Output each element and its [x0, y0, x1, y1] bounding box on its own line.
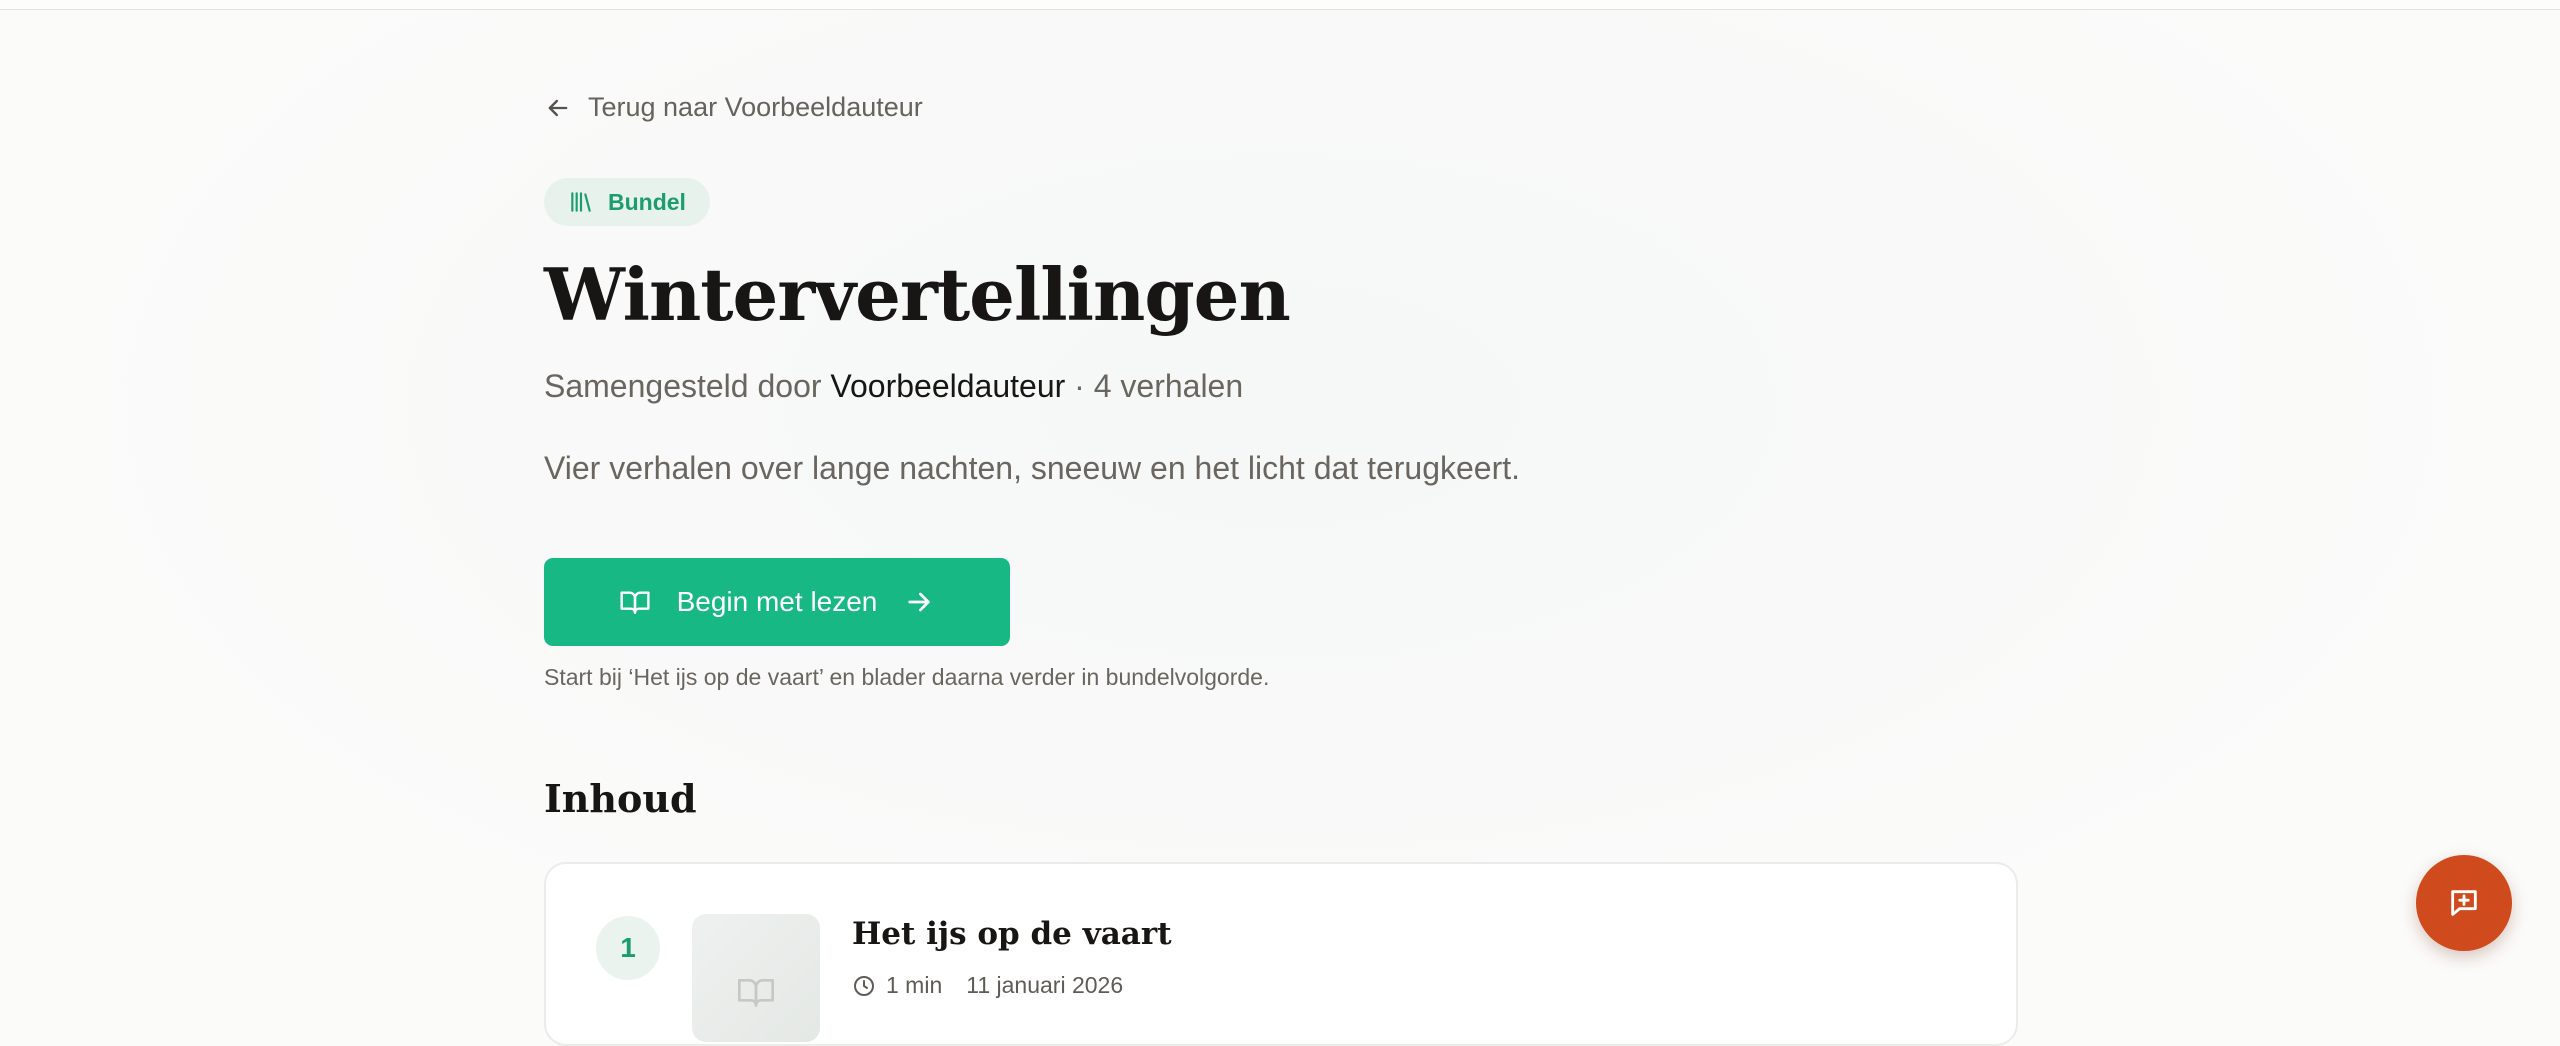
arrow-left-icon — [548, 99, 568, 116]
collection-description: Vier verhalen over lange nachten, sneeuw… — [544, 450, 1521, 486]
story-thumbnail — [692, 914, 820, 1042]
clock-icon — [854, 975, 874, 996]
story-card[interactable]: 1 Het ijs op de vaart 1 min 11 januari 2… — [544, 862, 2018, 1046]
reading-time: 1 min — [886, 972, 943, 998]
main-content: Terug naar Voorbeeldauteur Bundel Winter… — [544, 0, 2018, 1046]
library-icon — [571, 192, 591, 212]
badge-label: Bundel — [608, 188, 686, 215]
author-link[interactable]: Voorbeeldauteur — [830, 368, 1065, 404]
book-open-icon — [620, 591, 650, 614]
compiled-by-label: Samengesteld door — [544, 368, 822, 404]
feedback-button[interactable] — [2416, 855, 2512, 951]
back-link-label: Terug naar Voorbeeldauteur — [588, 92, 923, 122]
back-link[interactable]: Terug naar Voorbeeldauteur — [544, 92, 923, 123]
story-number: 1 — [596, 916, 660, 980]
start-hint: Start bij ‘Het ijs op de vaart’ en blade… — [544, 664, 1270, 690]
arrow-right-icon — [908, 592, 931, 612]
message-plus-icon — [2451, 890, 2477, 916]
start-reading-label: Begin met lezen — [676, 586, 878, 617]
story-title: Het ijs op de vaart — [852, 916, 1172, 952]
collection-meta: Samengesteld door Voorbeeldauteur · 4 ve… — [544, 368, 1243, 405]
story-meta: 1 min 11 januari 2026 — [852, 972, 1123, 999]
start-reading-button[interactable]: Begin met lezen — [544, 558, 1010, 646]
book-placeholder-icon — [738, 979, 774, 1007]
toc-heading: Inhoud — [544, 776, 697, 821]
page-title: Wintervertellingen — [544, 252, 1291, 337]
story-count: · 4 verhalen — [1074, 368, 1244, 404]
story-date: 11 januari 2026 — [966, 972, 1124, 998]
collection-type-badge: Bundel — [544, 178, 710, 226]
